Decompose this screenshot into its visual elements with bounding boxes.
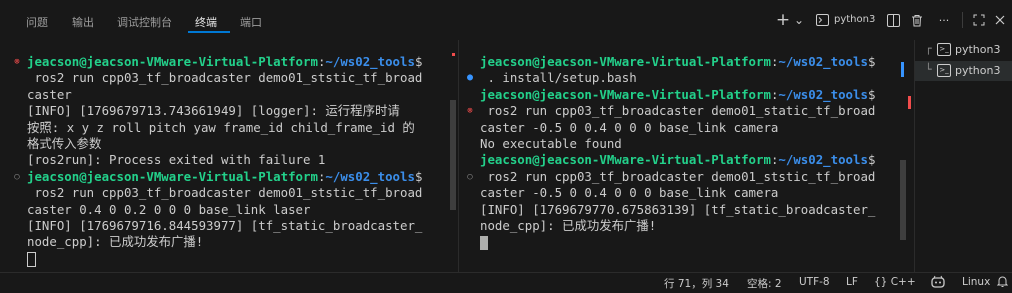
terminal-cursor [27,252,36,269]
tab-ports[interactable]: 端口 [240,14,262,30]
language-mode[interactable]: {} C++ [874,276,916,288]
terminal-line: [ros2run]: Process exited with failure 1 [27,152,326,168]
trash-icon[interactable] [908,10,926,30]
terminal-icon: >_ [937,43,951,56]
session-item-selected[interactable]: └ >_ python3 [915,61,1012,81]
session-label: python3 [955,64,1001,77]
session-label: python3 [955,43,1001,56]
tab-problems[interactable]: 问题 [26,14,48,30]
copilot-icon[interactable] [930,275,946,292]
end-of-line[interactable]: LF [846,276,858,288]
terminal-line: node_cpp]: 已成功发布广播! [480,218,657,233]
pane-divider[interactable] [458,40,459,272]
cursor-position[interactable]: 行 71，列 34 [664,276,729,291]
active-tab-indicator [188,31,230,33]
terminal-pane-left[interactable]: ⊗ jeacson@jeacson-VMware-Virtual-Platfor… [0,40,458,272]
panel-tab-bar: 问题 输出 调试控制台 终端 端口 + ⌄ python3 ··· [0,0,1012,40]
chevron-down-icon[interactable]: ⌄ [793,10,805,30]
command-running-icon[interactable]: ○ [11,169,23,185]
terminal-line: ros2 run cpp03_tf_broadcaster demo01_sts… [27,185,423,201]
tab-debug-console[interactable]: 调试控制台 [117,14,172,30]
terminal-line: caster -0.5 0 0.4 0 0 0 base_link camera [480,185,779,201]
left-scrollbar-thumb[interactable] [450,100,456,210]
active-session-label[interactable]: python3 [834,14,875,25]
terminal-line: [INFO] [1769679716.844593977] [tf_static… [27,218,423,233]
terminal-line: 按照: x y z roll pitch yaw frame_id child_… [27,119,415,135]
command-running-icon[interactable]: ○ [464,169,476,185]
prompt-line: jeacson@jeacson-VMware-Virtual-Platform:… [27,54,423,69]
terminal-line: caster [27,86,72,102]
file-encoding[interactable]: UTF-8 [799,276,830,288]
tab-output[interactable]: 输出 [72,14,94,30]
selection-overview-mark [901,62,904,77]
command-failed-icon[interactable]: ⊗ [11,54,23,70]
session-item[interactable]: ┌ >_ python3 [915,40,1012,60]
terminal-icon[interactable] [814,10,830,30]
terminal-line: [INFO] [1769679770.675863139] [tf_static… [480,201,876,217]
right-scrollbar-thumb[interactable] [900,160,906,240]
terminal-line: ros2 run cpp03_tf_broadcaster demo01_sts… [480,168,876,184]
terminal-line: ros2 run cpp03_tf_broadcaster demo01_sts… [27,70,423,86]
prompt-line: jeacson@jeacson-VMware-Virtual-Platform:… [480,86,876,102]
terminal-cursor [480,236,488,252]
more-actions-icon[interactable]: ··· [934,10,954,30]
prompt-line: jeacson@jeacson-VMware-Virtual-Platform:… [480,54,876,69]
toolbar-divider [962,12,963,28]
indentation-setting[interactable]: 空格: 2 [747,276,782,291]
terminal-line: caster 0.4 0 0.2 0 0 0 base_link laser [27,201,311,217]
error-overview-mark [908,96,911,109]
command-success-icon[interactable]: ● [464,70,476,86]
terminal-icon: >_ [937,64,951,77]
terminal-line: No executable found [480,136,622,151]
terminal-line: [INFO] [1769679713.743661949] [logger]: … [27,103,400,119]
braces-icon: {} [874,276,888,288]
split-terminal-icon[interactable] [884,10,902,30]
maximize-panel-icon[interactable] [971,10,987,30]
terminal-pane-right[interactable]: jeacson@jeacson-VMware-Virtual-Platform:… [460,40,911,272]
status-bar: 行 71，列 34 空格: 2 UTF-8 LF {} C++ Linux [0,272,1012,293]
terminal-line: node_cpp]: 已成功发布广播! [27,234,204,250]
terminal-session-list: ┌ >_ python3 └ >_ python3 [914,40,1012,272]
tab-terminal[interactable]: 终端 [195,14,217,30]
os-indicator[interactable]: Linux [962,276,990,288]
prompt-line: jeacson@jeacson-VMware-Virtual-Platform:… [480,152,876,168]
command-failed-icon[interactable]: ⊗ [464,103,476,119]
close-panel-icon[interactable] [992,10,1008,30]
prompt-line: jeacson@jeacson-VMware-Virtual-Platform:… [27,168,423,184]
error-overview-mark [452,53,455,56]
terminal-line: ros2 run cpp03_tf_broadcaster demo01_sta… [480,103,876,119]
new-terminal-button[interactable]: + [776,10,790,30]
notifications-bell-icon[interactable] [996,275,1009,291]
terminal-line: 格式传入参数 [27,136,102,151]
terminal-line: . install/setup.bash [480,70,637,86]
terminal-line: caster -0.5 0 0.4 0 0 0 base_link camera [480,119,779,135]
